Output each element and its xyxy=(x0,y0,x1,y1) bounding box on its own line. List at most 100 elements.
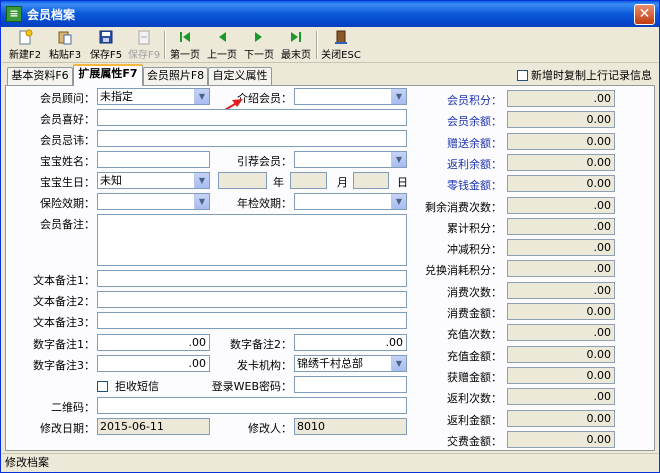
last-page-button[interactable]: 最末页 xyxy=(278,29,314,61)
chevron-down-icon[interactable]: ▼ xyxy=(194,173,209,188)
tab-custom-attributes[interactable]: 自定义属性 xyxy=(208,67,272,85)
stat-value: 0.00 xyxy=(507,410,615,427)
tab-extended-attributes[interactable]: 扩展属性F7 xyxy=(73,64,143,86)
stat-label: 返利余额： xyxy=(447,158,502,171)
remark-textarea[interactable] xyxy=(97,214,407,266)
guide-member-select[interactable]: ▼ xyxy=(294,151,407,168)
stat-value: 0.00 xyxy=(507,303,615,320)
close-esc-button[interactable]: 关闭ESC xyxy=(319,29,363,61)
status-bar: 修改档案 xyxy=(2,453,658,472)
insurance-label: 保险效期： xyxy=(40,197,95,210)
stat-label: 消费金额： xyxy=(447,307,502,320)
stat-label: 充值金额： xyxy=(447,350,502,363)
text2-input[interactable] xyxy=(97,291,407,308)
birthday-day-input[interactable] xyxy=(353,172,389,189)
taboo-input[interactable] xyxy=(97,130,407,147)
hobby-input[interactable] xyxy=(97,109,407,126)
save-disk-icon xyxy=(99,30,113,44)
stat-label: 累计积分： xyxy=(447,222,502,235)
baby-name-input[interactable] xyxy=(97,151,210,168)
chevron-down-icon[interactable]: ▼ xyxy=(194,194,209,209)
num3-input[interactable]: .00 xyxy=(97,355,210,372)
stat-value: .00 xyxy=(507,197,615,214)
unsave-icon xyxy=(138,30,150,45)
new-document-icon xyxy=(19,29,33,45)
text3-input[interactable] xyxy=(97,312,407,329)
stat-label: 消费次数： xyxy=(447,286,502,299)
year-unit-label: 年 xyxy=(273,176,284,189)
stat-label: 兑换消耗积分： xyxy=(425,264,502,277)
extended-attributes-panel: 会员顾问： 未指定 ▼ 介绍会员： ▼ 会员喜好： 会员忌讳： 宝宝姓名： 引荐… xyxy=(5,85,655,451)
inspection-date-select[interactable]: ▼ xyxy=(294,193,407,210)
stat-label: 零钱金额： xyxy=(447,179,502,192)
birthday-month-input[interactable] xyxy=(290,172,327,189)
stat-label: 赠送余额： xyxy=(447,137,502,150)
prev-page-label: 上一页 xyxy=(207,50,237,61)
stat-value: .00 xyxy=(507,388,615,405)
new-button[interactable]: 新建F2 xyxy=(6,29,44,61)
copy-previous-label: 新增时复制上行记录信息 xyxy=(531,69,652,82)
chevron-down-icon[interactable]: ▼ xyxy=(391,152,406,167)
copy-previous-checkbox[interactable] xyxy=(517,70,528,81)
next-page-label: 下一页 xyxy=(244,50,274,61)
unsave-label: 保存F9 xyxy=(127,50,161,61)
num3-label: 数字备注3： xyxy=(33,359,95,372)
stat-value: .00 xyxy=(507,239,615,256)
chevron-down-icon[interactable]: ▼ xyxy=(391,356,406,371)
advisor-select[interactable]: 未指定 ▼ xyxy=(97,88,210,105)
paste-icon xyxy=(58,31,72,45)
window-title: 会员档案 xyxy=(27,8,76,22)
save-label: 保存F5 xyxy=(89,50,123,61)
stat-value: 0.00 xyxy=(507,133,615,150)
stat-label: 剩余消费次数： xyxy=(425,201,502,214)
paste-label: 粘贴F3 xyxy=(48,50,82,61)
tab-member-photo[interactable]: 会员照片F8 xyxy=(143,67,208,85)
baby-birthday-select[interactable]: 未知 ▼ xyxy=(97,172,210,189)
stat-label: 获赠金额： xyxy=(447,371,502,384)
web-password-input[interactable] xyxy=(294,376,407,393)
stat-value: 0.00 xyxy=(507,175,615,192)
card-org-value: 锦绣千村总部 xyxy=(297,357,363,370)
toolbar-separator xyxy=(316,31,318,59)
close-esc-label: 关闭ESC xyxy=(321,50,361,61)
stat-value: .00 xyxy=(507,260,615,277)
save-button[interactable]: 保存F5 xyxy=(87,29,125,61)
stat-value: 0.00 xyxy=(507,111,615,128)
reject-sms-checkbox[interactable] xyxy=(97,381,108,392)
insurance-date-select[interactable]: ▼ xyxy=(97,193,210,210)
text1-input[interactable] xyxy=(97,270,407,287)
stat-value: .00 xyxy=(507,90,615,107)
num1-input[interactable]: .00 xyxy=(97,334,210,351)
paste-button[interactable]: 粘贴F3 xyxy=(46,29,84,61)
qrcode-input[interactable] xyxy=(97,397,407,414)
close-window-button[interactable]: ✕ xyxy=(634,4,655,25)
modify-date-label: 修改日期： xyxy=(40,422,95,435)
prev-page-icon xyxy=(219,32,226,42)
reject-sms-option[interactable]: 拒收短信 xyxy=(97,378,159,394)
web-password-label: 登录WEB密码： xyxy=(211,380,292,393)
hobby-label: 会员喜好： xyxy=(40,113,95,126)
first-page-button[interactable]: 第一页 xyxy=(167,29,203,61)
unsave-button[interactable]: 保存F9 xyxy=(125,29,163,61)
last-page-icon xyxy=(291,32,301,42)
stat-value: 0.00 xyxy=(507,367,615,384)
month-unit-label: 月 xyxy=(337,176,348,189)
next-page-icon xyxy=(255,32,262,42)
guide-member-label: 引荐会员： xyxy=(237,155,292,168)
advisor-value: 未指定 xyxy=(100,90,133,103)
title-bar[interactable]: ≡ 会员档案 ✕ xyxy=(1,1,659,27)
card-org-select[interactable]: 锦绣千村总部 ▼ xyxy=(294,355,407,372)
chevron-down-icon[interactable]: ▼ xyxy=(391,194,406,209)
prev-page-button[interactable]: 上一页 xyxy=(204,29,240,61)
copy-previous-row-option[interactable]: 新增时复制上行记录信息 xyxy=(517,67,652,83)
num2-label: 数字备注2： xyxy=(230,338,292,351)
tab-basic-info[interactable]: 基本资料F6 xyxy=(7,67,73,85)
baby-birthday-value: 未知 xyxy=(100,174,122,187)
stat-value: 0.00 xyxy=(507,346,615,363)
door-exit-icon xyxy=(335,30,347,44)
next-page-button[interactable]: 下一页 xyxy=(241,29,277,61)
modifier-label: 修改人： xyxy=(248,422,292,435)
birthday-year-input[interactable] xyxy=(218,172,267,189)
num2-input[interactable]: .00 xyxy=(294,334,407,351)
stat-value: 0.00 xyxy=(507,431,615,448)
